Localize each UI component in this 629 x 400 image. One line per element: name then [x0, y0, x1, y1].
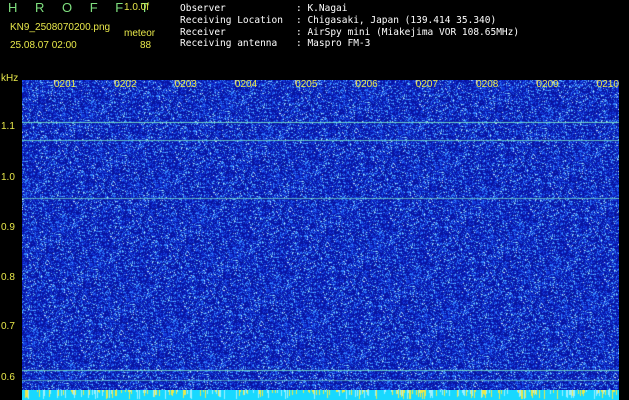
x-tick-label: 0203 — [174, 79, 197, 90]
header-panel: H R O F F T 1.0.0f KN9_2508070200.png me… — [0, 0, 629, 78]
x-tick-label: 0204 — [234, 79, 258, 90]
x-tick-label: 0210 — [596, 79, 619, 90]
count-label: 88 — [140, 40, 152, 51]
location-row: Receiving Location: Chigasaki, Japan (13… — [180, 14, 497, 26]
x-tick-label: 0206 — [355, 79, 378, 90]
bottom-activity-bar — [22, 390, 619, 400]
antenna-row: Receiving antenna: Maspro FM-3 — [180, 38, 371, 50]
axis-unit-label: kHz — [1, 73, 19, 84]
receiver-value: AirSpy mini (Miakejima VOR 108.65MHz) — [307, 26, 520, 38]
x-tick-label: 0208 — [476, 79, 499, 90]
y-tick-label: 0.7 — [1, 321, 15, 332]
location-value: Chigasaki, Japan (139.414 35.340) — [307, 14, 497, 26]
spectrogram-canvas — [22, 80, 619, 390]
x-tick-label: 0209 — [536, 79, 559, 90]
observation-info: Observer: K.Nagai Receiving Location: Ch… — [180, 3, 519, 50]
y-tick-label: 0.9 — [1, 222, 15, 233]
y-tick-label: 0.8 — [1, 272, 15, 283]
antenna-value: Maspro FM-3 — [307, 38, 371, 50]
datetime-label: 25.08.07 02:00 — [10, 40, 77, 51]
observer-row: Observer: K.Nagai — [180, 3, 348, 14]
x-tick-label: 0201 — [54, 79, 77, 90]
x-tick-label: 0205 — [295, 79, 318, 90]
x-tick-label: 0207 — [415, 79, 439, 90]
x-tick-label: 0202 — [114, 79, 137, 90]
filename-label: KN9_2508070200.png — [10, 22, 111, 33]
version-label: 1.0.0f — [124, 2, 150, 13]
observer-label: Observer — [180, 3, 226, 14]
receiver-label: Receiver — [180, 26, 226, 38]
location-label: Receiving Location — [180, 14, 283, 26]
y-tick-label: 1.1 — [1, 121, 15, 132]
receiver-row: Receiver: AirSpy mini (Miakejima VOR 108… — [180, 26, 520, 38]
mode-label: meteor — [124, 28, 156, 39]
y-tick-label: 0.6 — [1, 372, 15, 383]
antenna-label: Receiving antenna — [180, 38, 278, 50]
y-tick-label: 1.0 — [1, 172, 15, 183]
observer-value: K.Nagai — [307, 3, 348, 14]
